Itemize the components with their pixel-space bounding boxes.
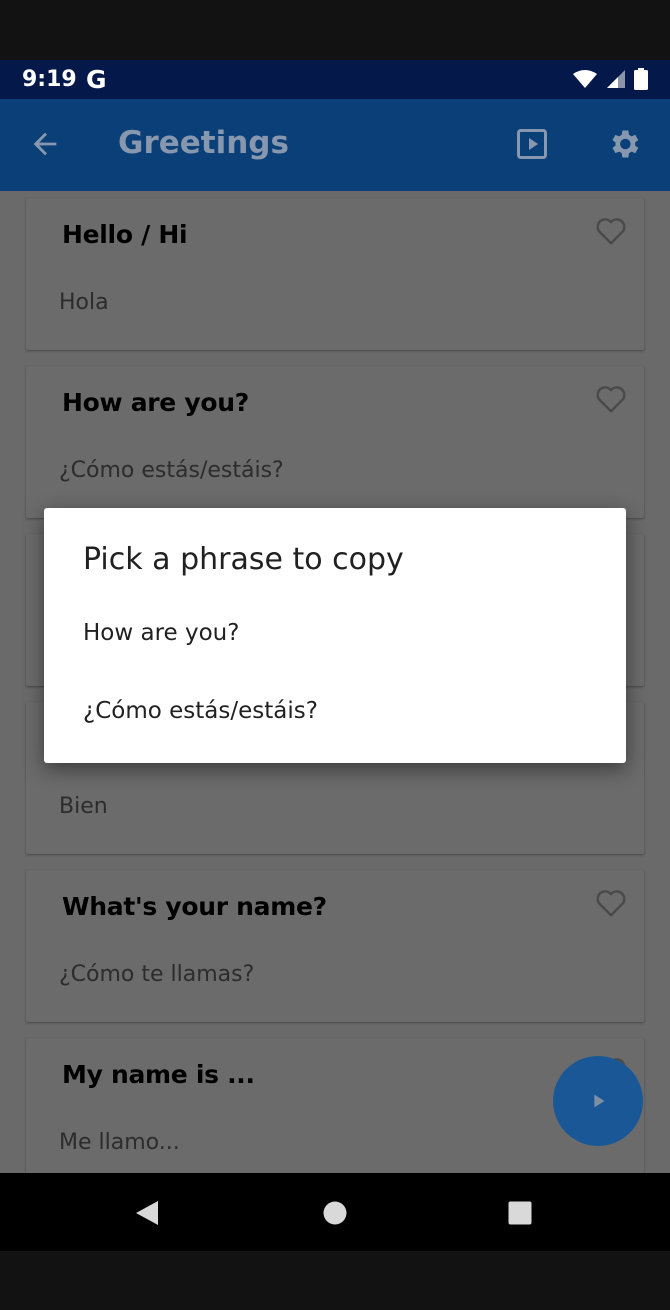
copy-phrase-dialog: Pick a phrase to copy How are you? ¿Cómo… — [44, 508, 626, 763]
battery-icon — [634, 68, 648, 90]
status-icons — [572, 68, 648, 90]
dialog-title: Pick a phrase to copy — [83, 542, 404, 577]
phrase-card[interactable]: What's your name? ¿Cómo te llamas? — [26, 870, 644, 1022]
app-bar: Greetings — [0, 99, 670, 191]
phrase-english: Hello / Hi — [62, 220, 188, 249]
phrase-card[interactable]: Hello / Hi Hola — [26, 198, 644, 350]
page-title: Greetings — [118, 125, 289, 161]
phrase-english: What's your name? — [62, 892, 327, 921]
phrase-english: How are you? — [62, 388, 249, 417]
top-letterbox — [0, 0, 670, 60]
phrase-spanish: Me llamo... — [59, 1130, 180, 1155]
google-logo: G — [86, 65, 107, 94]
phrase-spanish: Bien — [59, 794, 108, 819]
phrase-spanish: Hola — [59, 290, 109, 315]
dialog-option-spanish[interactable]: ¿Cómo estás/estáis? — [83, 698, 318, 724]
heart-icon[interactable] — [594, 888, 628, 918]
phrase-spanish: ¿Cómo estás/estáis? — [59, 458, 284, 483]
play-box-icon[interactable] — [514, 126, 550, 162]
play-all-fab[interactable] — [553, 1056, 643, 1146]
phrase-spanish: ¿Cómo te llamas? — [59, 962, 255, 987]
heart-icon[interactable] — [594, 384, 628, 414]
signal-icon — [607, 70, 625, 88]
status-bar: 9:19 G — [0, 60, 670, 99]
nav-back-icon[interactable] — [134, 1199, 160, 1227]
dialog-option-english[interactable]: How are you? — [83, 620, 239, 646]
phrase-card[interactable]: My name is ... Me llamo... — [26, 1038, 644, 1173]
gear-icon[interactable] — [606, 126, 642, 162]
nav-home-icon[interactable] — [323, 1201, 347, 1225]
heart-icon[interactable] — [594, 216, 628, 246]
phrase-english: My name is ... — [62, 1060, 255, 1089]
system-nav-bar — [0, 1173, 670, 1251]
status-time: 9:19 — [22, 67, 77, 92]
nav-recents-icon[interactable] — [508, 1201, 532, 1225]
phrase-card[interactable]: How are you? ¿Cómo estás/estáis? — [26, 366, 644, 518]
wifi-icon — [573, 70, 597, 88]
play-icon — [594, 1094, 605, 1108]
bottom-letterbox — [0, 1251, 670, 1310]
back-arrow-icon[interactable] — [28, 127, 62, 161]
